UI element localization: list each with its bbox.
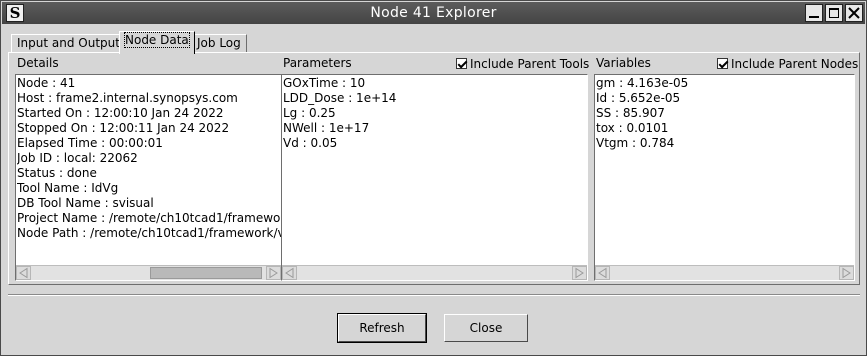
scroll-left-button[interactable] xyxy=(595,266,610,280)
variables-horizontal-scrollbar[interactable] xyxy=(595,265,854,280)
list-item: tox : 0.0101 xyxy=(596,121,669,135)
list-item: Project Name : /remote/ch10tcad1/framewo… xyxy=(17,211,281,225)
scroll-left-button[interactable] xyxy=(282,266,297,280)
arrow-right-icon xyxy=(842,267,851,279)
title-bar[interactable]: S Node 41 Explorer xyxy=(2,2,865,24)
variables-title: Variables xyxy=(596,56,651,70)
list-item: LDD_Dose : 1e+14 xyxy=(283,91,397,105)
details-title: Details xyxy=(17,56,59,70)
list-item: NWell : 1e+17 xyxy=(283,121,370,135)
list-item: Vd : 0.05 xyxy=(283,136,338,150)
scroll-right-button[interactable] xyxy=(266,266,281,280)
list-item: Elapsed Time : 00:00:01 xyxy=(17,136,163,150)
close-button[interactable]: Close xyxy=(444,314,528,342)
arrow-left-icon xyxy=(19,267,28,279)
list-item: Host : frame2.internal.synopsys.com xyxy=(17,91,238,105)
minimize-icon xyxy=(809,16,819,18)
checkbox-label: Include Parent Nodes xyxy=(731,57,859,71)
arrow-right-icon xyxy=(269,267,278,279)
scroll-right-button[interactable] xyxy=(572,266,587,280)
include-parent-tools-checkbox[interactable]: Include Parent Tools xyxy=(456,57,589,71)
details-horizontal-scrollbar[interactable] xyxy=(16,265,281,280)
list-item: Lg : 0.25 xyxy=(283,106,336,120)
details-section: Details Node : 41 Host : frame2.internal… xyxy=(15,56,282,284)
details-list[interactable]: Node : 41 Host : frame2.internal.synopsy… xyxy=(15,74,282,281)
close-icon xyxy=(848,7,860,19)
parameters-list[interactable]: GOxTime : 10 LDD_Dose : 1e+14 Lg : 0.25 … xyxy=(281,74,588,281)
tab-label: Node Data xyxy=(124,32,190,48)
list-item: Tool Name : IdVg xyxy=(17,181,119,195)
close-button-label: Close xyxy=(469,321,503,335)
checkbox-label: Include Parent Tools xyxy=(470,57,590,71)
list-item: gm : 4.163e-05 xyxy=(596,76,689,90)
list-item: Node Path : /remote/ch10tcad1/framework/… xyxy=(17,226,281,240)
refresh-button-label: Refresh xyxy=(359,321,405,335)
list-item: Stopped On : 12:00:11 Jan 24 2022 xyxy=(17,121,230,135)
node-data-panel: Details Node : 41 Host : frame2.internal… xyxy=(8,52,860,285)
maximize-button[interactable] xyxy=(825,4,843,22)
tab-input-and-output[interactable]: Input and Output xyxy=(11,34,126,53)
tab-label: Input and Output xyxy=(17,36,120,50)
tab-label: Job Log xyxy=(197,36,241,50)
checkbox-checked-icon xyxy=(456,58,467,69)
include-parent-nodes-checkbox[interactable]: Include Parent Nodes xyxy=(717,57,858,71)
list-item: Node : 41 xyxy=(17,76,76,90)
arrow-right-icon xyxy=(575,267,584,279)
window-close-button[interactable] xyxy=(845,4,863,22)
parameters-section: Parameters Include Parent Tools GOxTime … xyxy=(281,56,589,284)
parameters-horizontal-scrollbar[interactable] xyxy=(282,265,587,280)
list-item: Job ID : local: 22062 xyxy=(17,151,138,165)
variables-list[interactable]: gm : 4.163e-05 Id : 5.652e-05 SS : 85.90… xyxy=(594,74,855,281)
node-explorer-window: S Node 41 Explorer Input and Output Node… xyxy=(0,0,867,356)
scroll-left-button[interactable] xyxy=(16,266,31,280)
refresh-button[interactable]: Refresh xyxy=(338,314,426,342)
arrow-left-icon xyxy=(285,267,294,279)
scroll-right-button[interactable] xyxy=(839,266,854,280)
tab-node-data[interactable]: Node Data xyxy=(119,31,195,54)
window-title: Node 41 Explorer xyxy=(370,5,497,21)
list-item: Status : done xyxy=(17,166,97,180)
list-item: SS : 85.907 xyxy=(596,106,665,120)
separator xyxy=(8,294,860,296)
list-item: Started On : 12:00:10 Jan 24 2022 xyxy=(17,106,224,120)
list-item: DB Tool Name : svisual xyxy=(17,196,154,210)
variables-section: Variables Include Parent Nodes gm : 4.16… xyxy=(594,56,858,284)
tab-job-log[interactable]: Job Log xyxy=(191,34,247,53)
list-item: GOxTime : 10 xyxy=(283,76,366,90)
arrow-left-icon xyxy=(598,267,607,279)
minimize-button[interactable] xyxy=(805,4,823,22)
scroll-thumb[interactable] xyxy=(150,267,262,279)
list-item: Id : 5.652e-05 xyxy=(596,91,681,105)
parameters-title: Parameters xyxy=(283,56,352,70)
checkbox-checked-icon xyxy=(717,58,728,69)
list-item: Vtgm : 0.784 xyxy=(596,136,675,150)
maximize-icon xyxy=(829,8,839,18)
